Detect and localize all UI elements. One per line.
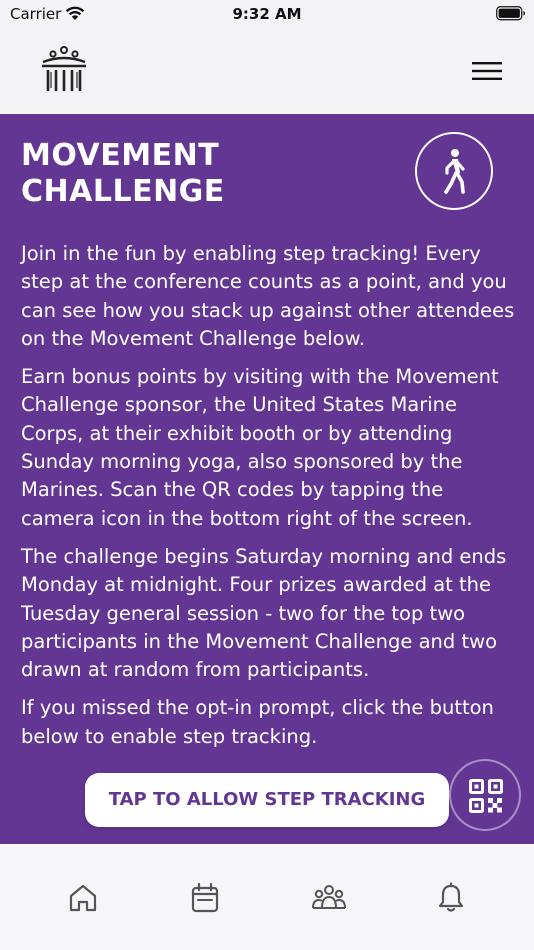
movement-challenge-panel: MOVEMENT CHALLENGE Join in the fun by en…: [0, 114, 534, 844]
tab-schedule[interactable]: [187, 882, 223, 914]
walking-person-icon: [415, 132, 493, 210]
tab-notifications[interactable]: [433, 882, 469, 914]
page-title: MOVEMENT CHALLENGE: [21, 138, 225, 209]
qr-scan-button[interactable]: [449, 759, 521, 831]
app-header: [0, 30, 534, 114]
capitol-building-icon[interactable]: [40, 46, 88, 98]
paragraph-intro: Join in the fun by enabling step trackin…: [21, 242, 515, 350]
challenge-description: Join in the fun by enabling step trackin…: [21, 240, 515, 761]
status-time: 9:32 AM: [232, 5, 302, 23]
battery-icon: [496, 6, 526, 25]
tab-home[interactable]: [65, 882, 101, 914]
home-icon: [69, 884, 97, 912]
people-icon: [312, 885, 346, 909]
status-bar: Carrier 9:32 AM: [0, 0, 534, 30]
bottom-tab-bar: [0, 844, 534, 950]
allow-step-tracking-button[interactable]: TAP TO ALLOW STEP TRACKING: [85, 773, 449, 827]
paragraph-bonus: Earn bonus points by visiting with the M…: [21, 365, 499, 530]
paragraph-opt-in: If you missed the opt-in prompt, click t…: [21, 696, 494, 748]
tab-attendees[interactable]: [311, 882, 347, 914]
qr-code-icon: [469, 779, 503, 813]
hamburger-menu-icon[interactable]: [470, 58, 504, 84]
bell-icon: [438, 882, 464, 912]
calendar-icon: [191, 882, 219, 913]
paragraph-schedule: The challenge begins Saturday morning an…: [21, 544, 507, 682]
